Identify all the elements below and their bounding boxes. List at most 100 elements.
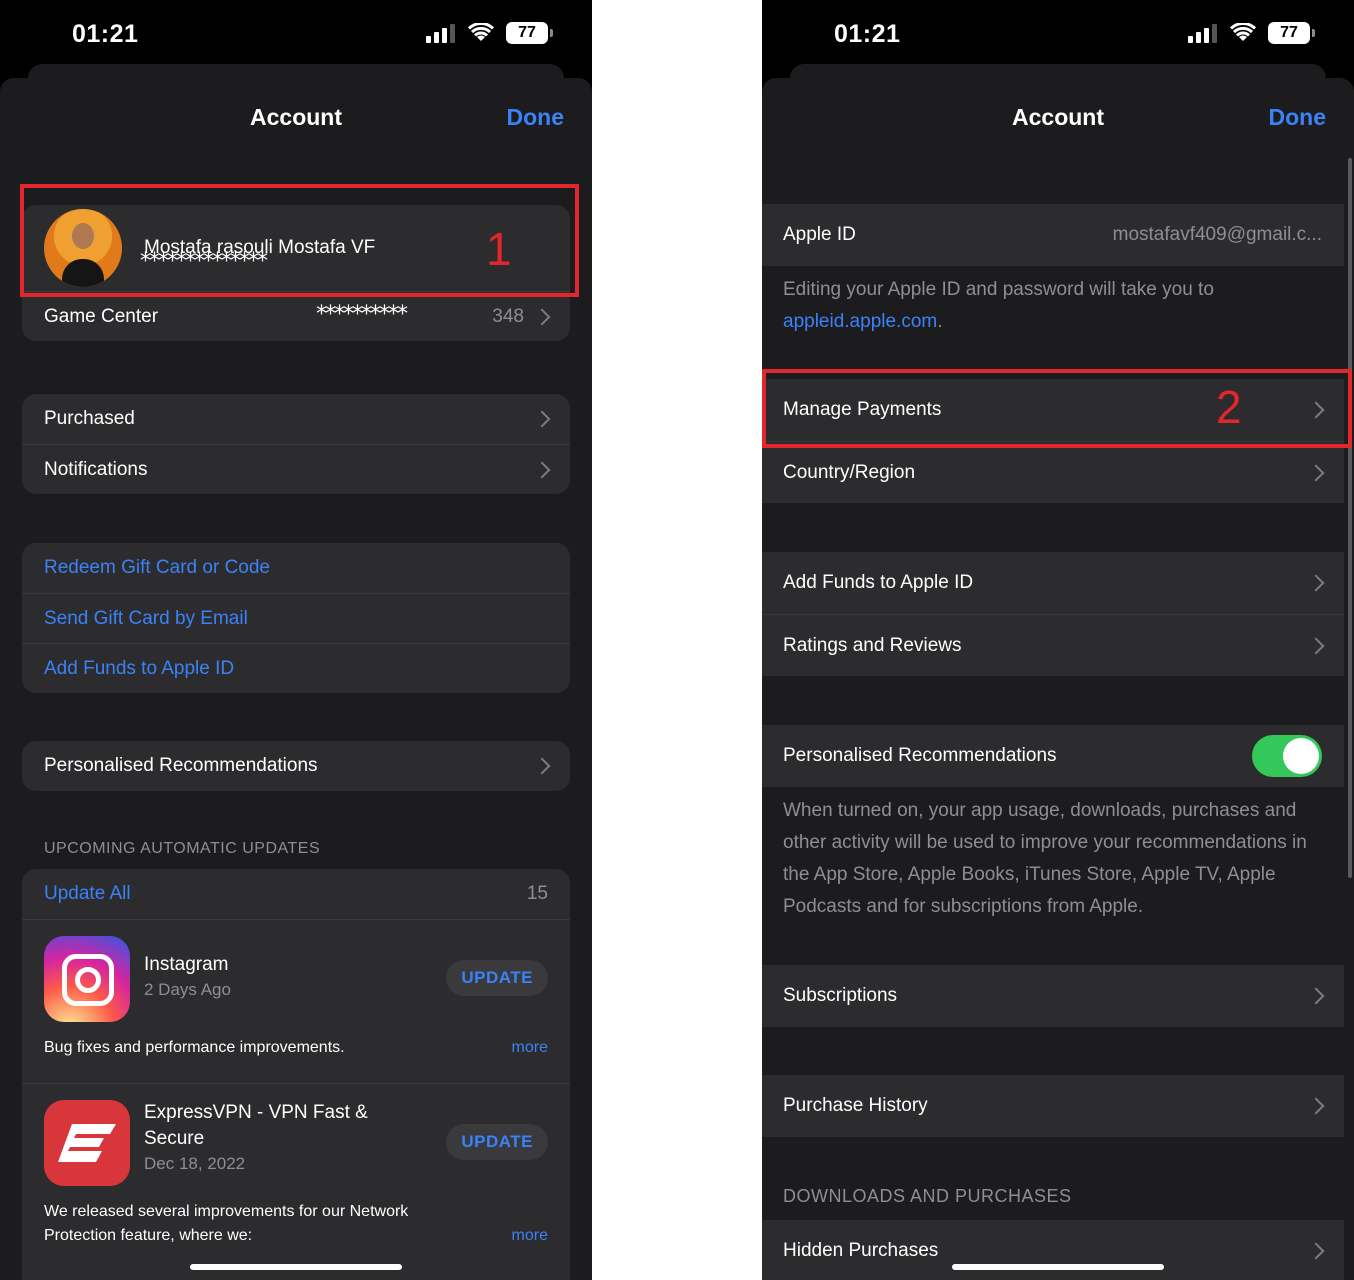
- app-update-item: ExpressVPN - VPN Fast & Secure Dec 18, 2…: [22, 1083, 570, 1248]
- apple-id-value: mostafavf409@gmail.c...: [1112, 224, 1322, 245]
- game-center-label: Game Center: [44, 305, 159, 327]
- scrollbar[interactable]: [1348, 158, 1352, 878]
- cellular-signal-icon: [1188, 24, 1217, 43]
- home-indicator: [952, 1264, 1164, 1270]
- subscriptions-row[interactable]: Subscriptions: [762, 965, 1344, 1027]
- wifi-icon: [1230, 23, 1256, 41]
- apple-id-note-text: Editing your Apple ID and password will …: [783, 279, 1214, 300]
- update-all-button[interactable]: Update All: [44, 883, 527, 905]
- personalised-recommendations-row: Personalised Recommendations: [762, 725, 1344, 787]
- chevron-right-icon: [533, 757, 551, 775]
- cellular-signal-icon: [426, 24, 455, 43]
- chevron-right-icon: [1307, 1242, 1325, 1260]
- status-time: 01:21: [834, 20, 901, 48]
- done-button[interactable]: Done: [507, 104, 565, 131]
- hidden-purchases-row[interactable]: Hidden Purchases: [762, 1220, 1344, 1280]
- section-header-downloads: DOWNLOADS AND PURCHASES: [783, 1186, 1072, 1206]
- update-count: 15: [526, 883, 548, 904]
- add-funds-link[interactable]: Add Funds to Apple ID: [22, 643, 570, 693]
- hidden-purchases-group: Hidden Purchases: [762, 1220, 1344, 1280]
- wifi-icon: [468, 23, 494, 41]
- chevron-right-icon: [1307, 1097, 1325, 1115]
- purchase-history-group: Purchase History: [762, 1075, 1344, 1137]
- chevron-right-icon: [533, 410, 551, 428]
- release-notes: We released several improvements for our…: [44, 1200, 548, 1248]
- add-funds-label: Add Funds to Apple ID: [783, 572, 974, 593]
- redeem-gift-card-link[interactable]: Redeem Gift Card or Code: [22, 543, 570, 593]
- recs-note: When turned on, your app usage, download…: [783, 800, 1307, 917]
- updates-group: Update All 15 Instagram 2 Days Ago UPDAT…: [22, 869, 570, 1280]
- country-region-row[interactable]: Country/Region: [762, 441, 1344, 503]
- ratings-label: Ratings and Reviews: [783, 634, 962, 656]
- appleid-link[interactable]: appleid.apple.com: [783, 311, 937, 332]
- left-screen: 01:21 77 Account Done Mostafa rasouli Mo…: [0, 0, 592, 1280]
- add-funds-label: Add Funds to Apple ID: [44, 657, 235, 679]
- chevron-right-icon: [533, 308, 551, 325]
- section-header-updates: UPCOMING AUTOMATIC UPDATES: [44, 840, 321, 857]
- chevron-right-icon: [533, 461, 551, 478]
- status-bar: 01:21 77: [0, 0, 592, 70]
- app-date: 2 Days Ago: [144, 980, 231, 999]
- purchased-row[interactable]: Purchased: [22, 394, 570, 444]
- add-funds-row[interactable]: Add Funds to Apple ID: [762, 552, 1344, 614]
- game-center-value: 348: [492, 305, 524, 327]
- update-button[interactable]: UPDATE: [446, 1124, 548, 1160]
- annotation-number-2: 2: [1216, 381, 1242, 433]
- chevron-right-icon: [1307, 987, 1325, 1005]
- redeem-label: Redeem Gift Card or Code: [44, 557, 270, 578]
- recs-group: Personalised Recommendations: [22, 741, 570, 791]
- expressvpn-icon[interactable]: [44, 1100, 130, 1186]
- update-button[interactable]: UPDATE: [446, 960, 548, 996]
- chevron-right-icon: [1307, 574, 1325, 592]
- subscriptions-group: Subscriptions: [762, 965, 1344, 1027]
- battery-icon: 77: [1268, 22, 1315, 44]
- send-gift-card-link[interactable]: Send Gift Card by Email: [22, 593, 570, 643]
- gift-group: Redeem Gift Card or Code Send Gift Card …: [22, 543, 570, 693]
- purchase-history-row[interactable]: Purchase History: [762, 1075, 1344, 1137]
- send-gift-label: Send Gift Card by Email: [44, 607, 248, 629]
- annotation-number-1: 1: [486, 223, 512, 275]
- release-notes-text: We released several improvements for our…: [44, 1203, 409, 1244]
- personalised-recommendations-row[interactable]: Personalised Recommendations: [22, 741, 570, 791]
- battery-icon: 77: [506, 22, 553, 44]
- more-link[interactable]: more: [512, 1224, 548, 1248]
- right-screen: 01:21 77 Account Done Apple ID mostafavf…: [762, 0, 1354, 1280]
- chevron-right-icon: [1307, 637, 1325, 654]
- purchase-history-label: Purchase History: [783, 1095, 928, 1116]
- notifications-row[interactable]: Notifications: [22, 444, 570, 494]
- app-date: Dec 18, 2022: [144, 1154, 246, 1173]
- apple-id-label: Apple ID: [783, 224, 856, 245]
- subscriptions-label: Subscriptions: [783, 985, 898, 1006]
- funds-group: Add Funds to Apple ID Ratings and Review…: [762, 552, 1344, 676]
- battery-level: 77: [1280, 24, 1298, 41]
- home-indicator: [190, 1264, 402, 1270]
- account-sheet: Account Done Apple ID mostafavf409@gmail…: [762, 78, 1354, 1280]
- recommendations-toggle[interactable]: [1252, 735, 1322, 777]
- status-bar: 01:21 77: [762, 0, 1354, 70]
- recs-label: Personalised Recommendations: [44, 755, 318, 776]
- page-title: Account: [1012, 104, 1104, 130]
- apple-id-note-end: .: [937, 311, 943, 332]
- apple-id-group: Apple ID mostafavf409@gmail.c...: [762, 204, 1344, 266]
- recs-group: Personalised Recommendations: [762, 725, 1344, 787]
- more-link[interactable]: more: [512, 1036, 548, 1060]
- app-name: ExpressVPN - VPN Fast & Secure: [144, 1102, 368, 1149]
- apple-id-row[interactable]: Apple ID mostafavf409@gmail.c...: [762, 204, 1344, 266]
- app-update-item: Instagram 2 Days Ago UPDATE Bug fixes an…: [22, 919, 570, 1083]
- instagram-icon[interactable]: [44, 936, 130, 1022]
- battery-level: 77: [518, 24, 536, 41]
- annotation-box-2: [762, 369, 1352, 448]
- release-notes: Bug fixes and performance improvements. …: [44, 1036, 548, 1060]
- game-center-masked: **********: [316, 302, 408, 327]
- app-name: Instagram: [144, 954, 229, 975]
- done-button[interactable]: Done: [1269, 104, 1327, 131]
- chevron-right-icon: [1307, 464, 1325, 481]
- game-center-row[interactable]: Game Center ********** 348: [22, 291, 570, 341]
- status-time: 01:21: [72, 20, 139, 48]
- ratings-reviews-row[interactable]: Ratings and Reviews: [762, 614, 1344, 676]
- notifications-label: Notifications: [44, 458, 148, 480]
- recs-label: Personalised Recommendations: [783, 745, 1057, 766]
- update-all-row: Update All 15: [22, 869, 570, 919]
- apple-id-note: Editing your Apple ID and password will …: [783, 274, 1332, 338]
- country-region-label: Country/Region: [783, 461, 916, 483]
